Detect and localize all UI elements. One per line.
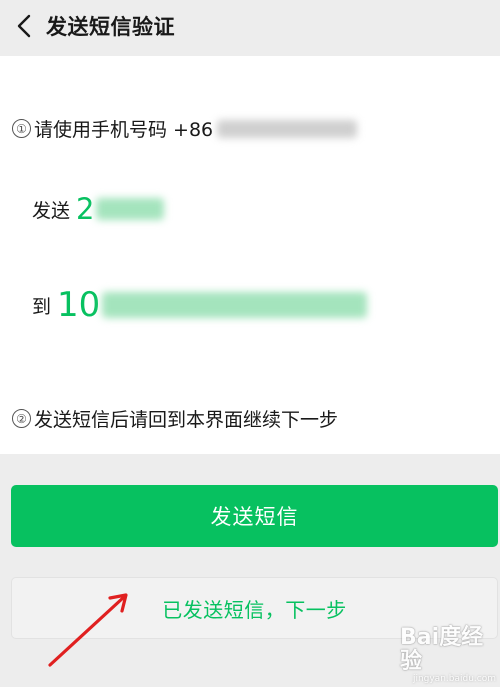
watermark-logo: Bai度经验 bbox=[400, 625, 484, 674]
step-1-number: ① bbox=[12, 119, 31, 138]
recipient-line: 到 10 bbox=[32, 285, 368, 325]
send-label: 发送 bbox=[32, 199, 71, 222]
step-2-number: ② bbox=[12, 409, 31, 428]
step-1: ① 请使用手机号码 +86 bbox=[12, 115, 358, 142]
send-sms-button[interactable]: 发送短信 bbox=[11, 485, 498, 547]
recipient-number-redacted bbox=[102, 292, 368, 318]
back-button[interactable] bbox=[2, 0, 46, 52]
nav-header: 发送短信验证 bbox=[0, 0, 500, 52]
phone-number-redacted bbox=[217, 119, 358, 138]
sms-content-visible: 2 bbox=[76, 192, 95, 226]
step-1-text: 请使用手机号码 +86 bbox=[34, 119, 214, 141]
sms-verification-page: 发送短信验证 ① 请使用手机号码 +86 发送 2 到 10 ② 发送短信后请回… bbox=[0, 0, 500, 687]
instruction-card: ① 请使用手机号码 +86 发送 2 到 10 ② 发送短信后请回到本界面继续下… bbox=[0, 56, 500, 454]
page-title: 发送短信验证 bbox=[46, 15, 175, 39]
sms-content-redacted bbox=[96, 198, 165, 220]
recipient-number-visible: 10 bbox=[57, 285, 101, 325]
send-code-line: 发送 2 bbox=[32, 192, 165, 226]
step-2-text: 发送短信后请回到本界面继续下一步 bbox=[34, 409, 339, 431]
step-2: ② 发送短信后请回到本界面继续下一步 bbox=[12, 405, 338, 432]
annotation-arrow-icon bbox=[48, 593, 128, 667]
baidu-jingyan-watermark: Bai度经验 jingyan.baidu.com bbox=[400, 625, 496, 685]
watermark-url: jingyan.baidu.com bbox=[412, 674, 496, 684]
chevron-left-icon bbox=[17, 14, 31, 38]
to-label: 到 bbox=[32, 295, 52, 318]
